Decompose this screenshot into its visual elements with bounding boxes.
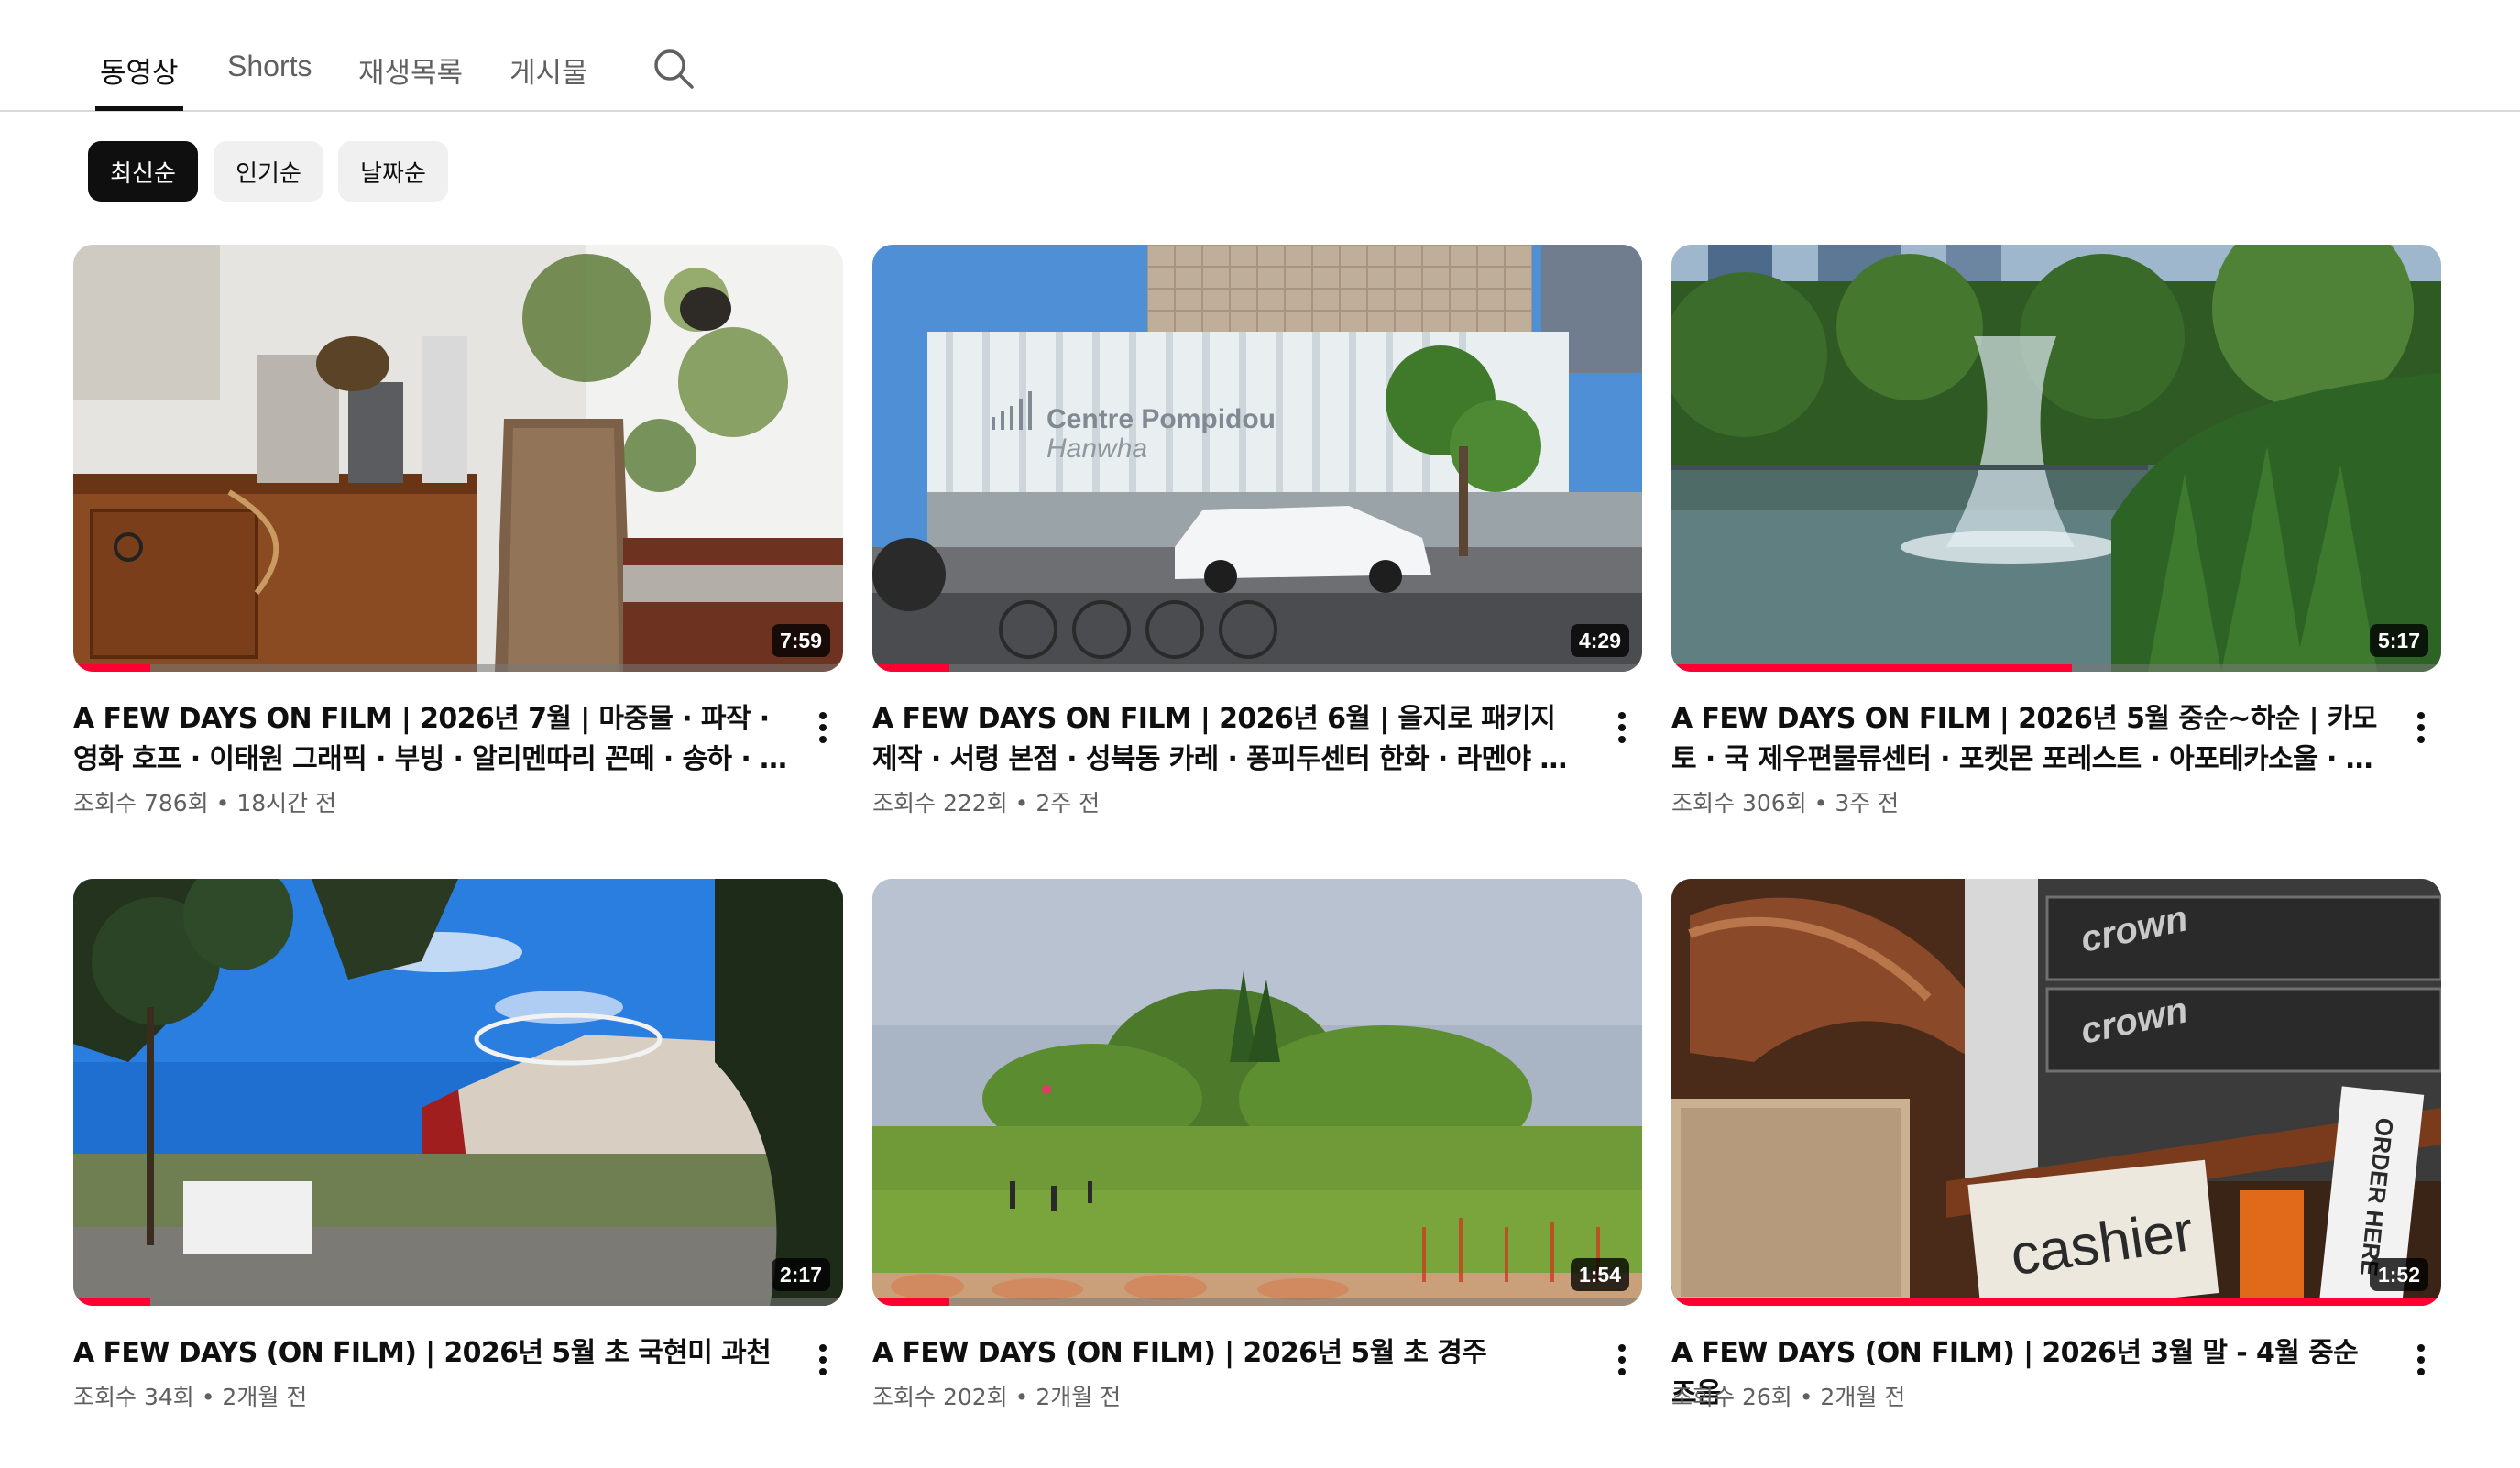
more-actions-button[interactable] bbox=[2403, 705, 2439, 750]
watch-progress-fill bbox=[1671, 1298, 2441, 1306]
duration-badge: 1:52 bbox=[2369, 1258, 2428, 1291]
video-card: 7:59 A FEW DAYS ON FILM | 2026년 7월 | 마중물… bbox=[73, 245, 843, 816]
watch-progress-track bbox=[73, 1298, 843, 1306]
tab-playlists[interactable]: 재생목록 bbox=[358, 49, 463, 91]
thumbnail-image: crown crown cashier ORDER HERE bbox=[1671, 879, 2441, 1306]
watch-progress-track bbox=[1671, 664, 2441, 672]
meta-separator: • bbox=[215, 790, 237, 816]
watch-progress-fill bbox=[872, 1298, 949, 1306]
more-vertical-icon bbox=[1618, 712, 1626, 743]
upload-age: 2주 전 bbox=[1035, 790, 1101, 816]
thumbnail-sign-text: Centre Pompidou bbox=[1046, 404, 1276, 434]
more-actions-button[interactable] bbox=[1604, 705, 1640, 750]
video-metadata: 조회수 34회 • 2개월 전 bbox=[73, 1379, 307, 1412]
video-thumbnail[interactable]: Centre Pompidou Hanwha 4:29 bbox=[872, 245, 1642, 672]
upload-age: 18시간 전 bbox=[236, 790, 337, 816]
video-metadata: 조회수 786회 • 18시간 전 bbox=[73, 785, 336, 818]
watch-progress-fill bbox=[73, 1298, 150, 1306]
video-metadata: 조회수 26회 • 2개월 전 bbox=[1671, 1379, 1905, 1412]
watch-progress-track bbox=[1671, 1298, 2441, 1306]
channel-tab-bar: 동영상 Shorts 재생목록 게시물 bbox=[0, 0, 2520, 112]
video-thumbnail[interactable]: 2:17 bbox=[73, 879, 843, 1306]
duration-badge: 2:17 bbox=[771, 1258, 830, 1291]
more-vertical-icon bbox=[2417, 1344, 2425, 1375]
upload-age: 3주 전 bbox=[1835, 790, 1900, 816]
meta-separator: • bbox=[201, 1384, 223, 1410]
video-title[interactable]: A FEW DAYS ON FILM | 2026년 5월 중순~하순 | 카모… bbox=[1671, 699, 2386, 780]
more-vertical-icon bbox=[819, 712, 827, 743]
video-title[interactable]: A FEW DAYS (ON FILM) | 2026년 5월 초 경주 bbox=[872, 1333, 1587, 1374]
view-count: 조회수 222회 bbox=[872, 790, 1008, 816]
upload-age: 2개월 전 bbox=[1035, 1384, 1122, 1410]
chip-latest[interactable]: 최신순 bbox=[88, 141, 198, 202]
thumbnail-image bbox=[73, 245, 843, 672]
video-title[interactable]: A FEW DAYS ON FILM | 2026년 7월 | 마중물 · 파작… bbox=[73, 699, 788, 780]
video-thumbnail[interactable]: crown crown cashier ORDER HERE 1:52 bbox=[1671, 879, 2441, 1306]
meta-separator: • bbox=[1813, 790, 1835, 816]
meta-separator: • bbox=[1014, 790, 1036, 816]
meta-separator: • bbox=[1799, 1384, 1821, 1410]
tab-shorts[interactable]: Shorts bbox=[227, 49, 312, 83]
watch-progress-track bbox=[872, 1298, 1642, 1306]
duration-badge: 7:59 bbox=[771, 624, 830, 657]
watch-progress-track bbox=[73, 664, 843, 672]
tab-posts[interactable]: 게시물 bbox=[509, 49, 588, 91]
more-actions-button[interactable] bbox=[805, 705, 841, 750]
meta-separator: • bbox=[1014, 1384, 1036, 1410]
thumbnail-image: Centre Pompidou Hanwha bbox=[872, 245, 1642, 672]
chip-oldest[interactable]: 날짜순 bbox=[338, 141, 448, 202]
video-card: 5:17 A FEW DAYS ON FILM | 2026년 5월 중순~하순… bbox=[1671, 245, 2441, 816]
thumbnail-sign-text: Hanwha bbox=[1046, 433, 1147, 464]
video-card: crown crown cashier ORDER HERE 1:52 A FE… bbox=[1671, 879, 2441, 1447]
view-count: 조회수 34회 bbox=[73, 1384, 194, 1410]
video-thumbnail[interactable]: 1:54 bbox=[872, 879, 1642, 1306]
view-count: 조회수 306회 bbox=[1671, 790, 1807, 816]
more-actions-button[interactable] bbox=[1604, 1337, 1640, 1383]
view-count: 조회수 786회 bbox=[73, 790, 209, 816]
duration-badge: 5:17 bbox=[2369, 624, 2428, 657]
duration-badge: 4:29 bbox=[1570, 624, 1629, 657]
search-button[interactable] bbox=[652, 48, 695, 90]
tab-videos[interactable]: 동영상 bbox=[100, 49, 179, 91]
duration-badge: 1:54 bbox=[1570, 1258, 1629, 1291]
video-card: 1:54 A FEW DAYS (ON FILM) | 2026년 5월 초 경… bbox=[872, 879, 1642, 1447]
more-vertical-icon bbox=[819, 1344, 827, 1375]
more-actions-button[interactable] bbox=[805, 1337, 841, 1383]
view-count: 조회수 202회 bbox=[872, 1384, 1008, 1410]
thumbnail-image bbox=[1671, 245, 2441, 672]
video-card: Centre Pompidou Hanwha 4:29 A FEW DAYS O… bbox=[872, 245, 1642, 816]
video-card: 2:17 A FEW DAYS (ON FILM) | 2026년 5월 초 국… bbox=[73, 879, 843, 1447]
chip-popular[interactable]: 인기순 bbox=[214, 141, 323, 202]
upload-age: 2개월 전 bbox=[222, 1384, 308, 1410]
watch-progress-fill bbox=[872, 664, 949, 672]
video-thumbnail[interactable]: 5:17 bbox=[1671, 245, 2441, 672]
watch-progress-fill bbox=[73, 664, 150, 672]
thumbnail-image bbox=[73, 879, 843, 1306]
video-title[interactable]: A FEW DAYS (ON FILM) | 2026년 5월 초 국현미 과천 bbox=[73, 1333, 788, 1374]
more-actions-button[interactable] bbox=[2403, 1337, 2439, 1383]
active-tab-indicator bbox=[95, 106, 183, 111]
watch-progress-fill bbox=[1671, 664, 2072, 672]
view-count: 조회수 26회 bbox=[1671, 1384, 1792, 1410]
video-thumbnail[interactable]: 7:59 bbox=[73, 245, 843, 672]
video-metadata: 조회수 306회 • 3주 전 bbox=[1671, 785, 1899, 818]
more-vertical-icon bbox=[2417, 712, 2425, 743]
search-icon bbox=[654, 49, 694, 89]
video-metadata: 조회수 202회 • 2개월 전 bbox=[872, 1379, 1121, 1412]
video-title[interactable]: A FEW DAYS ON FILM | 2026년 6월 | 을지로 패키지 … bbox=[872, 699, 1587, 780]
upload-age: 2개월 전 bbox=[1820, 1384, 1906, 1410]
video-metadata: 조회수 222회 • 2주 전 bbox=[872, 785, 1100, 818]
thumbnail-image bbox=[872, 879, 1642, 1306]
watch-progress-track bbox=[872, 664, 1642, 672]
more-vertical-icon bbox=[1618, 1344, 1626, 1375]
